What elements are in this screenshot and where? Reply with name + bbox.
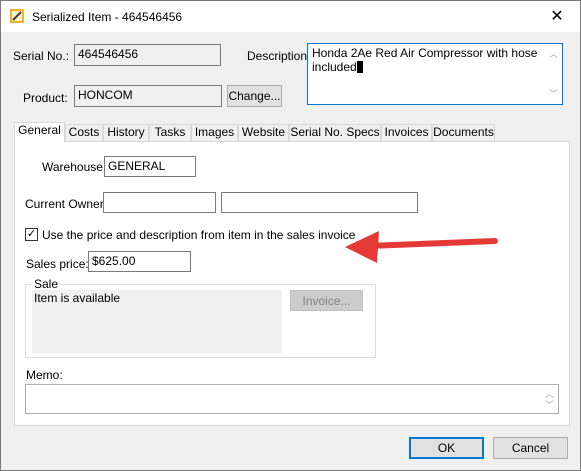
warehouse-label: Warehouse: [42,160,107,174]
current-owner-field-2[interactable] [221,192,418,213]
checkmark-icon: ✓ [26,228,37,240]
sales-price-field[interactable]: $625.00 [88,251,191,272]
tab-serial-no-specs[interactable]: Serial No. Specs [289,124,381,141]
ok-button[interactable]: OK [409,437,484,459]
close-icon: ✕ [550,8,564,25]
tab-invoices[interactable]: Invoices [381,124,432,141]
sales-price-label: Sales price: [26,257,89,271]
tab-tasks[interactable]: Tasks [149,124,191,141]
use-price-checkbox-label[interactable]: Use the price and description from item … [42,228,355,242]
window-title: Serialized Item - 464546456 [32,10,183,24]
tab-documents[interactable]: Documents [432,124,495,141]
tab-general[interactable]: General [14,122,65,143]
scroll-up-icon[interactable]: ︿ [546,47,561,61]
serial-no-label: Serial No.: [13,49,70,63]
serialized-item-window: Serialized Item - 464546456 ✕ Serial No.… [0,0,581,471]
tab-images[interactable]: Images [191,124,238,141]
warehouse-field[interactable]: GENERAL [104,156,196,177]
memo-scroll-down-icon[interactable]: ﹀ [542,398,557,411]
product-field[interactable]: HONCOM [74,85,222,107]
tab-costs[interactable]: Costs [65,124,103,141]
memo-label: Memo: [26,368,63,382]
current-owner-label: Current Owner: [25,197,108,211]
description-scrollbar[interactable]: ︿ ﹀ [546,45,561,103]
invoice-button[interactable]: Invoice... [290,290,363,311]
app-pencil-icon [10,9,24,23]
product-label: Product: [23,91,68,105]
tab-history[interactable]: History [103,124,149,141]
description-label: Description: [247,49,311,63]
title-bar: Serialized Item - 464546456 ✕ [1,1,580,32]
description-field[interactable]: Honda 2Ae Red Air Compressor with hose i… [307,43,563,105]
scroll-down-icon[interactable]: ﹀ [546,87,561,101]
memo-scrollbar[interactable]: ︿ ﹀ [542,386,557,412]
cancel-button[interactable]: Cancel [493,437,568,459]
description-text: Honda 2Ae Red Air Compressor with hose i… [312,46,538,74]
change-product-button[interactable]: Change... [227,85,282,107]
close-button[interactable]: ✕ [536,3,578,30]
sale-group-label: Sale [32,277,61,291]
memo-field[interactable]: ︿ ﹀ [25,384,559,414]
sale-status-text: Item is available [34,291,121,305]
tab-website[interactable]: Website [238,124,289,141]
red-arrow-annotation [345,231,498,263]
serial-no-field[interactable]: 464546456 [74,44,221,66]
use-price-checkbox[interactable]: ✓ [25,228,38,241]
current-owner-field-1[interactable] [103,192,216,213]
text-caret [356,61,363,73]
